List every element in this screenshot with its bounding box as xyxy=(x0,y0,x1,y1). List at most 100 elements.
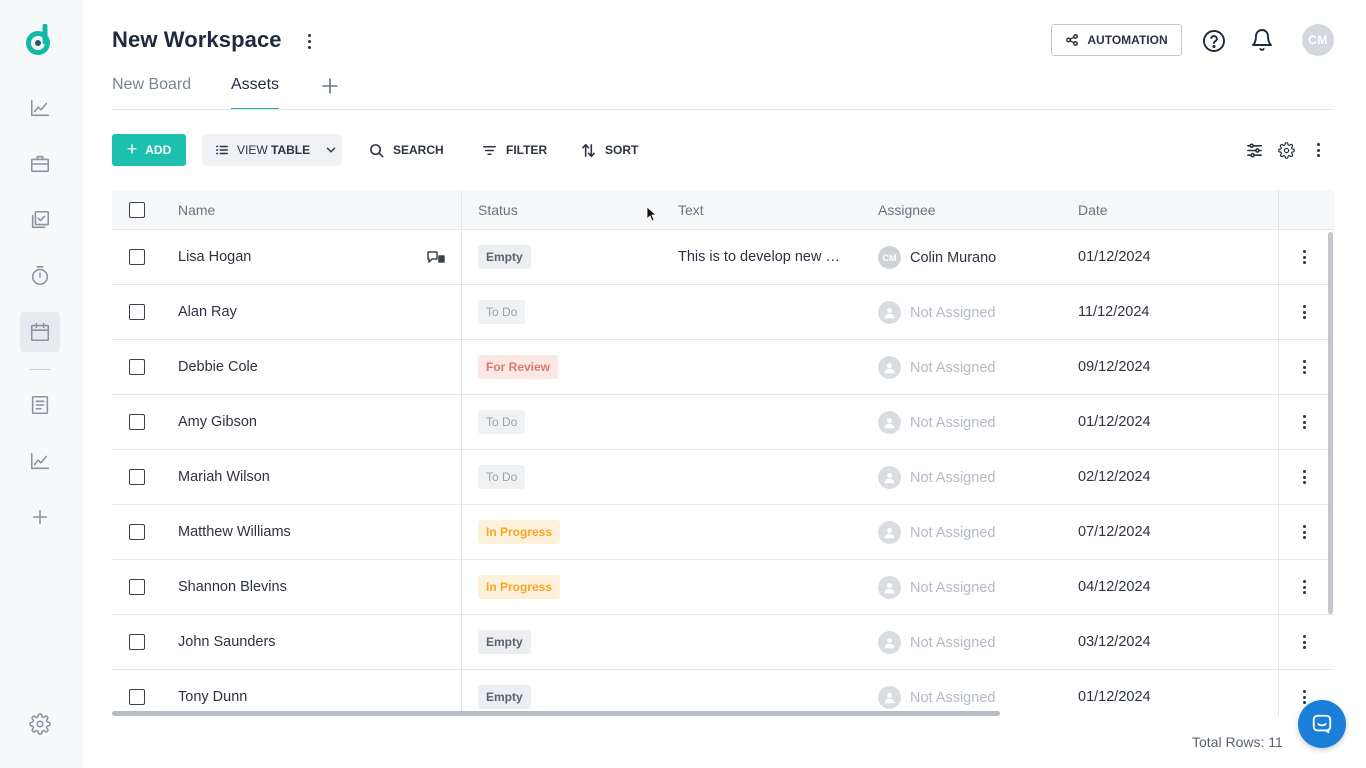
status-badge[interactable]: Empty xyxy=(478,630,531,654)
cell-assignee[interactable]: Not Assigned xyxy=(878,466,995,489)
tasks-icon[interactable] xyxy=(20,200,60,240)
table-row[interactable]: Alan Ray To Do Not Assigned 11/12/2024 xyxy=(112,285,1334,340)
tab-assets[interactable]: Assets xyxy=(231,76,280,110)
table-row[interactable]: Matthew Williams In Progress Not Assigned 0… xyxy=(112,505,1334,560)
cell-date[interactable]: 11/12/2024 xyxy=(1078,304,1150,320)
settings-icon[interactable] xyxy=(20,704,60,744)
row-menu-icon[interactable] xyxy=(1302,250,1306,264)
column-name[interactable]: Name xyxy=(178,202,215,218)
automation-button[interactable]: AUTOMATION xyxy=(1051,24,1182,56)
cell-date[interactable]: 03/12/2024 xyxy=(1078,634,1151,650)
table-row[interactable]: Tony Dunn Empty Not Assigned 01/12/2024 xyxy=(112,670,1334,716)
row-checkbox[interactable] xyxy=(129,634,145,650)
cell-assignee[interactable]: Not Assigned xyxy=(878,301,995,324)
cell-assignee[interactable]: Not Assigned xyxy=(878,356,995,379)
vertical-scrollbar[interactable] xyxy=(1328,232,1333,614)
column-date[interactable]: Date xyxy=(1078,202,1108,218)
row-checkbox[interactable] xyxy=(129,304,145,320)
row-checkbox[interactable] xyxy=(129,579,145,595)
cell-date[interactable]: 04/12/2024 xyxy=(1078,579,1151,595)
calendar-icon[interactable] xyxy=(20,312,60,352)
cell-date[interactable]: 07/12/2024 xyxy=(1078,524,1151,540)
workspace-title[interactable]: New Workspace xyxy=(112,27,282,53)
row-menu-icon[interactable] xyxy=(1302,690,1306,704)
row-menu-icon[interactable] xyxy=(1302,360,1306,374)
chart-icon[interactable] xyxy=(20,441,60,481)
help-icon[interactable] xyxy=(1202,29,1226,53)
cell-name[interactable]: Amy Gibson xyxy=(178,414,418,430)
table-row[interactable]: John Saunders Empty Not Assigned 03/12/2024 xyxy=(112,615,1334,670)
status-badge[interactable]: To Do xyxy=(478,300,526,324)
comment-icon[interactable] xyxy=(426,249,446,265)
row-checkbox[interactable] xyxy=(129,524,145,540)
row-checkbox[interactable] xyxy=(129,469,145,485)
table-row[interactable]: Lisa Hogan Empty This is to develop new … C… xyxy=(112,230,1334,285)
document-icon[interactable] xyxy=(20,385,60,425)
table-row[interactable]: Mariah Wilson To Do Not Assigned 02/12/2024 xyxy=(112,450,1334,505)
cell-name[interactable]: Shannon Blevins xyxy=(178,579,418,595)
cell-date[interactable]: 01/12/2024 xyxy=(1078,689,1151,705)
status-badge[interactable]: To Do xyxy=(478,465,526,489)
cell-assignee[interactable]: Not Assigned xyxy=(878,686,995,709)
cell-name[interactable]: Lisa Hogan xyxy=(178,249,418,265)
row-menu-icon[interactable] xyxy=(1302,580,1306,594)
row-checkbox[interactable] xyxy=(129,689,145,705)
select-all-checkbox[interactable] xyxy=(129,202,145,218)
row-checkbox[interactable] xyxy=(129,414,145,430)
cell-date[interactable]: 01/12/2024 xyxy=(1078,414,1151,430)
cell-date[interactable]: 02/12/2024 xyxy=(1078,469,1151,485)
horizontal-scrollbar[interactable] xyxy=(112,711,1000,716)
plus-icon[interactable] xyxy=(20,497,60,537)
bell-icon[interactable] xyxy=(1250,28,1274,52)
analytics-icon[interactable] xyxy=(20,88,60,128)
row-menu-icon[interactable] xyxy=(1302,635,1306,649)
column-assignee[interactable]: Assignee xyxy=(878,202,936,218)
cell-assignee[interactable]: Not Assigned xyxy=(878,576,995,599)
cell-name[interactable]: Matthew Williams xyxy=(178,524,418,540)
cell-date[interactable]: 01/12/2024 xyxy=(1078,249,1151,265)
row-checkbox[interactable] xyxy=(129,249,145,265)
cell-assignee[interactable]: Not Assigned xyxy=(878,631,995,654)
briefcase-icon[interactable] xyxy=(20,144,60,184)
row-menu-icon[interactable] xyxy=(1302,470,1306,484)
cell-assignee[interactable]: Not Assigned xyxy=(878,411,995,434)
cell-assignee[interactable]: CM Colin Murano xyxy=(878,246,996,269)
filter-button[interactable]: FILTER xyxy=(482,134,547,166)
row-menu-icon[interactable] xyxy=(1302,415,1306,429)
user-avatar[interactable]: CM xyxy=(1302,24,1334,56)
row-checkbox[interactable] xyxy=(129,359,145,375)
more-vertical-icon[interactable] xyxy=(1308,143,1328,157)
cell-name[interactable]: John Saunders xyxy=(178,634,418,650)
table-row[interactable]: Amy Gibson To Do Not Assigned 01/12/2024 xyxy=(112,395,1334,450)
cell-name[interactable]: Debbie Cole xyxy=(178,359,418,375)
cell-assignee[interactable]: Not Assigned xyxy=(878,521,995,544)
logo-icon[interactable] xyxy=(25,24,55,56)
cell-text[interactable]: This is to develop new … xyxy=(678,249,846,265)
tab-new-board[interactable]: New Board xyxy=(112,76,191,110)
cell-name[interactable]: Tony Dunn xyxy=(178,689,418,705)
search-button[interactable]: SEARCH xyxy=(369,134,444,166)
sliders-icon[interactable] xyxy=(1244,140,1264,160)
cell-name[interactable]: Alan Ray xyxy=(178,304,418,320)
column-text[interactable]: Text xyxy=(678,202,704,218)
status-badge[interactable]: For Review xyxy=(478,355,559,379)
cell-name[interactable]: Mariah Wilson xyxy=(178,469,418,485)
workspace-menu-icon[interactable] xyxy=(300,30,318,52)
gear-icon[interactable] xyxy=(1276,140,1296,160)
row-menu-icon[interactable] xyxy=(1302,305,1306,319)
row-menu-icon[interactable] xyxy=(1302,525,1306,539)
status-badge[interactable]: In Progress xyxy=(478,520,561,544)
view-selector[interactable]: VIEW TABLE xyxy=(202,134,342,166)
status-badge[interactable]: Empty xyxy=(478,245,531,269)
status-badge[interactable]: In Progress xyxy=(478,575,561,599)
column-status[interactable]: Status xyxy=(478,202,518,218)
timer-icon[interactable] xyxy=(20,256,60,296)
chat-button[interactable] xyxy=(1298,700,1346,748)
status-badge[interactable]: To Do xyxy=(478,410,526,434)
table-row[interactable]: Debbie Cole For Review Not Assigned 09/12/2… xyxy=(112,340,1334,395)
add-tab-icon[interactable] xyxy=(320,76,340,96)
cell-date[interactable]: 09/12/2024 xyxy=(1078,359,1151,375)
add-button[interactable]: + ADD xyxy=(112,134,186,166)
status-badge[interactable]: Empty xyxy=(478,685,531,709)
sort-button[interactable]: SORT xyxy=(581,134,638,166)
